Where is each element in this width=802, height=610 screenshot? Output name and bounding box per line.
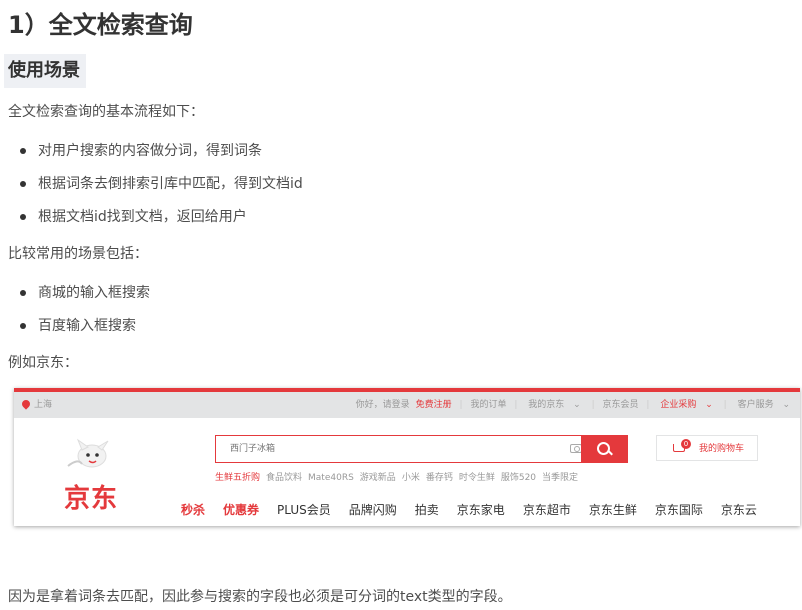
search-box (215, 435, 628, 463)
list-item: 对用户搜索的内容做分词，得到词条 (0, 140, 303, 173)
orders-link[interactable]: 我的订单 (470, 400, 506, 410)
divider: | (723, 400, 727, 410)
nav-item-supermarket[interactable]: 京东超市 (523, 503, 571, 517)
cart-button[interactable]: 0 我的购物车 (656, 435, 758, 461)
hot-keyword[interactable]: 当季限定 (542, 473, 578, 483)
list-item: 商城的输入框搜索 (0, 282, 150, 315)
hot-keyword[interactable]: 游戏新品 (360, 473, 396, 483)
enterprise-link[interactable]: 企业采购 ⌄ (657, 400, 715, 410)
steps-list: 对用户搜索的内容做分词，得到词条 根据词条去倒排索引库中匹配，得到文档id 根据… (0, 140, 303, 239)
section-heading: 1）全文检索查询 (8, 11, 193, 39)
register-link[interactable]: 免费注册 (416, 400, 452, 410)
list-item: 根据词条去倒排索引库中匹配，得到文档id (0, 173, 303, 206)
subsection-heading: 使用场景 (4, 54, 86, 88)
list-item: 百度输入框搜索 (0, 315, 150, 348)
divider: | (459, 400, 463, 410)
nav-item-flash[interactable]: 品牌闪购 (349, 503, 397, 517)
example-paragraph: 例如京东： (8, 355, 78, 371)
cart-label: 我的购物车 (699, 444, 745, 454)
nav-item-global[interactable]: 京东国际 (655, 503, 703, 517)
nav-item-coupon[interactable]: 优惠券 (223, 503, 259, 517)
nav-item-cloud[interactable]: 京东云 (721, 503, 757, 517)
cart-count-badge: 0 (681, 439, 691, 449)
scenarios-paragraph: 比较常用的场景包括： (8, 246, 148, 262)
hot-keyword[interactable]: Mate40RS (308, 473, 354, 483)
hot-keywords: 生鲜五折购 食品饮料 Mate40RS 游戏新品 小米 番存钙 时令生鲜 服饰520 当季限定 (215, 470, 584, 483)
chevron-down-icon: ⌄ (705, 400, 713, 410)
jd-dog-logo-icon[interactable] (58, 436, 128, 472)
topbar-nav: 你好，请登录 免费注册 | 我的订单 | 我的京东 ⌄ | 京东会员 | 企业采购… (353, 392, 796, 418)
search-icon (597, 442, 610, 455)
chevron-down-icon: ⌄ (782, 400, 790, 410)
search-button[interactable] (581, 436, 627, 462)
nav-item-appliances[interactable]: 京东家电 (457, 503, 505, 517)
divider: | (591, 400, 595, 410)
location-selector[interactable]: 上海 (20, 392, 52, 418)
service-link[interactable]: 客户服务 ⌄ (735, 400, 793, 410)
jd-logo-text[interactable]: 京东 (64, 478, 118, 515)
hot-keyword[interactable]: 小米 (402, 473, 420, 483)
search-input[interactable] (216, 436, 596, 462)
article: 1）全文检索查询 使用场景 全文检索查询的基本流程如下： 对用户搜索的内容做分词… (0, 0, 802, 610)
hot-keyword[interactable]: 时令生鲜 (459, 473, 495, 483)
category-nav: 秒杀 优惠券 PLUS会员 品牌闪购 拍卖 京东家电 京东超市 京东生鲜 京东国际 京东云 (181, 501, 775, 518)
location-pin-icon (20, 398, 32, 410)
jd-topbar: 上海 你好，请登录 免费注册 | 我的订单 | 我的京东 ⌄ | 京东会员 | 企… (14, 392, 800, 418)
jd-homepage-screenshot: 上海 你好，请登录 免费注册 | 我的订单 | 我的京东 ⌄ | 京东会员 | 企… (14, 388, 800, 526)
divider: | (514, 400, 518, 410)
list-item: 根据文档id找到文档，返回给用户 (0, 206, 303, 239)
hot-keyword[interactable]: 番存钙 (426, 473, 453, 483)
scenarios-list: 商城的输入框搜索 百度输入框搜索 (0, 282, 150, 348)
conclusion-paragraph: 因为是拿着词条去匹配，因此参与搜索的字段也必须是可分词的text类型的字段。 (8, 589, 512, 605)
intro-paragraph: 全文检索查询的基本流程如下： (8, 104, 204, 120)
nav-item-seckill[interactable]: 秒杀 (181, 503, 205, 517)
divider: | (646, 400, 650, 410)
nav-item-plus[interactable]: PLUS会员 (277, 503, 331, 517)
hot-keyword[interactable]: 生鲜五折购 (215, 473, 260, 483)
chevron-down-icon: ⌄ (573, 400, 581, 410)
nav-item-auction[interactable]: 拍卖 (415, 503, 439, 517)
member-link[interactable]: 京东会员 (603, 400, 639, 410)
my-jd-link[interactable]: 我的京东 ⌄ (525, 400, 583, 410)
login-link[interactable]: 你好，请登录 (356, 400, 410, 410)
hot-keyword[interactable]: 食品饮料 (266, 473, 302, 483)
hot-keyword[interactable]: 服饰520 (501, 473, 536, 483)
nav-item-fresh[interactable]: 京东生鲜 (589, 503, 637, 517)
